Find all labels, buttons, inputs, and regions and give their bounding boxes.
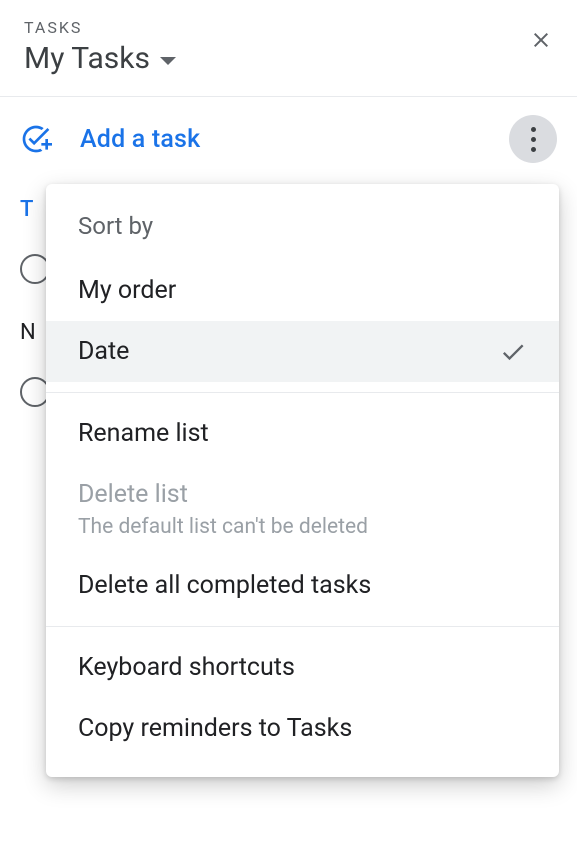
header-section: TASKS My Tasks (0, 0, 577, 96)
delete-completed-tasks[interactable]: Delete all completed tasks (46, 555, 559, 616)
sort-my-order[interactable]: My order (46, 260, 559, 321)
tasks-label: TASKS (24, 18, 553, 37)
close-button[interactable] (529, 28, 553, 56)
delete-list-subtext: The default list can't be deleted (46, 515, 559, 555)
menu-item-label: Date (78, 337, 129, 366)
add-task-icon (20, 123, 52, 155)
menu-item-label: Keyboard shortcuts (78, 653, 295, 682)
menu-item-label: My order (78, 276, 176, 305)
menu-item-label: Copy reminders to Tasks (78, 714, 352, 743)
menu-item-label: Rename list (78, 419, 209, 448)
more-options-button[interactable] (509, 115, 557, 163)
rename-list[interactable]: Rename list (46, 403, 559, 464)
chevron-down-icon (160, 57, 176, 65)
check-icon (499, 338, 527, 366)
toolbar: Add a task (0, 97, 577, 181)
keyboard-shortcuts[interactable]: Keyboard shortcuts (46, 637, 559, 698)
add-task-button[interactable]: Add a task (20, 123, 200, 155)
more-icon (531, 127, 536, 152)
list-selector[interactable]: My Tasks (24, 41, 553, 76)
options-menu: Sort by My order Date Rename list Delete… (46, 184, 559, 777)
menu-item-label: Delete all completed tasks (78, 571, 371, 600)
list-title: My Tasks (24, 41, 150, 76)
add-task-label: Add a task (80, 125, 200, 154)
menu-divider (46, 626, 559, 627)
menu-divider (46, 392, 559, 393)
sort-by-header: Sort by (46, 202, 559, 260)
copy-reminders[interactable]: Copy reminders to Tasks (46, 698, 559, 759)
close-icon (529, 28, 553, 52)
sort-date[interactable]: Date (46, 321, 559, 382)
menu-item-label: Delete list (78, 480, 188, 509)
